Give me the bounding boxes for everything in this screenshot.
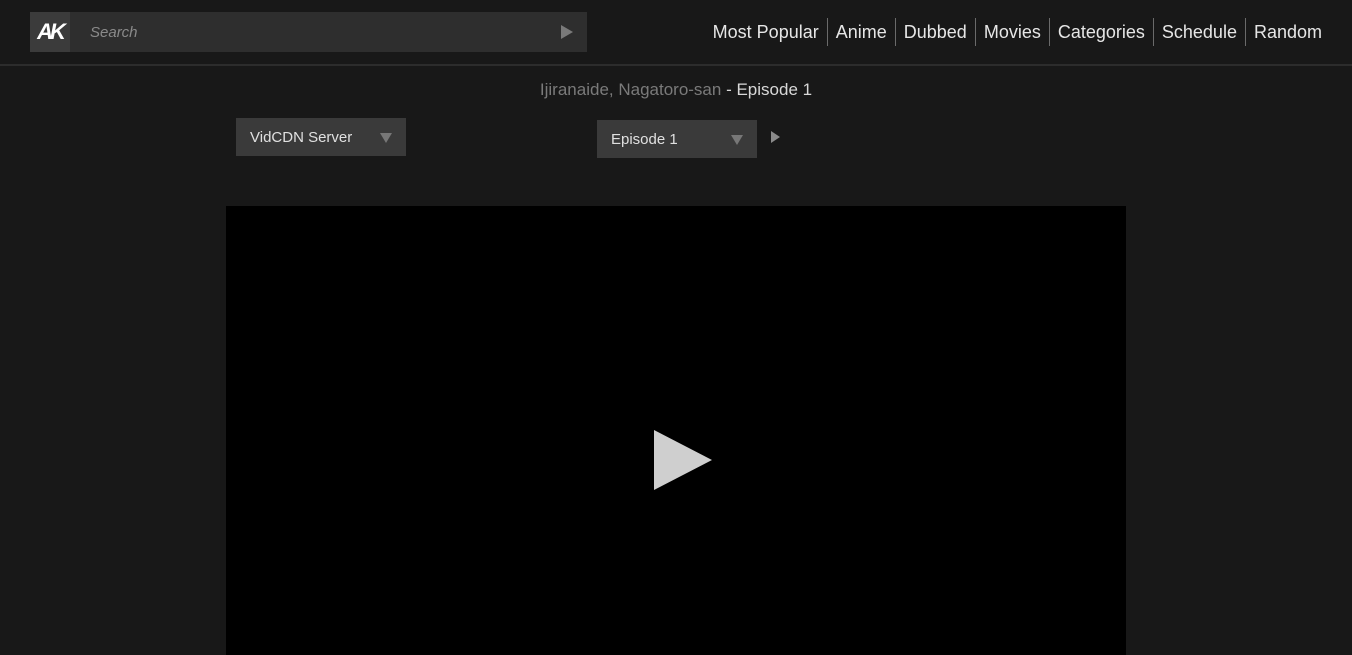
main-nav: Most Popular Anime Dubbed Movies Categor… — [705, 18, 1330, 46]
page-title: Ijiranaide, Nagatoro-san - Episode 1 — [0, 80, 1352, 100]
nav-most-popular[interactable]: Most Popular — [705, 18, 827, 46]
search-box — [70, 12, 587, 52]
nav-anime[interactable]: Anime — [826, 18, 895, 46]
episode-select-value: Episode 1 — [611, 130, 678, 148]
nav-categories[interactable]: Categories — [1048, 18, 1153, 46]
nav-schedule[interactable]: Schedule — [1152, 18, 1245, 46]
episode-select[interactable]: Episode 1 — [597, 120, 757, 158]
title-separator: - — [721, 80, 737, 99]
search-submit-icon[interactable] — [561, 25, 573, 39]
nav-random[interactable]: Random — [1244, 18, 1330, 46]
site-header: AK Most Popular Anime Dubbed Movies Cate… — [0, 0, 1352, 66]
nav-movies[interactable]: Movies — [974, 18, 1049, 46]
video-player[interactable] — [226, 206, 1126, 655]
next-episode-icon[interactable] — [771, 131, 780, 143]
play-icon[interactable] — [654, 430, 712, 490]
server-select-value: VidCDN Server — [250, 128, 353, 146]
search-input[interactable] — [90, 12, 540, 52]
page: AK Most Popular Anime Dubbed Movies Cate… — [0, 0, 1352, 655]
site-logo[interactable]: AK — [30, 12, 70, 52]
series-title-link[interactable]: Ijiranaide, Nagatoro-san — [540, 80, 721, 99]
chevron-down-icon — [731, 135, 743, 145]
logo-text: AK — [37, 19, 66, 44]
episode-title: Episode 1 — [736, 80, 813, 99]
nav-dubbed[interactable]: Dubbed — [894, 18, 975, 46]
server-select[interactable]: VidCDN Server — [236, 118, 406, 156]
chevron-down-icon — [380, 133, 392, 143]
